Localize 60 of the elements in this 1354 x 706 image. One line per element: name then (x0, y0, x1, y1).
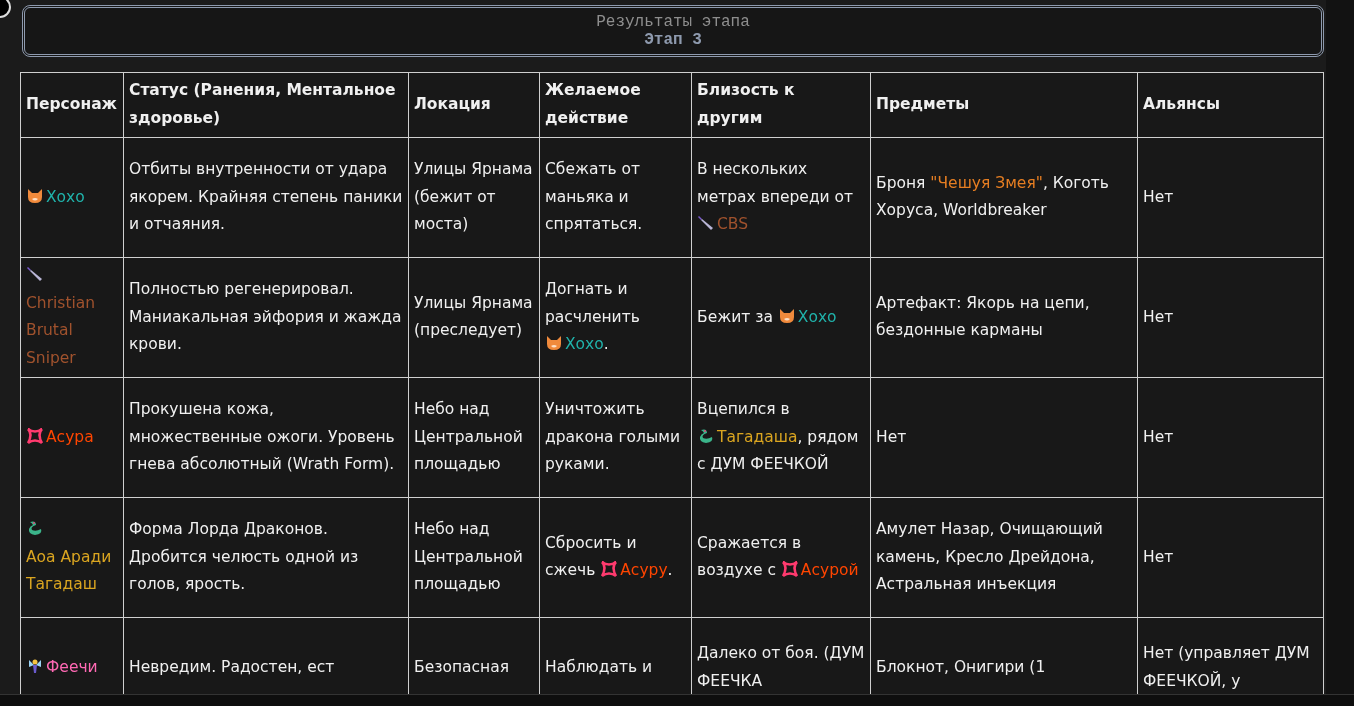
fox-icon (545, 334, 563, 353)
character-name: Тагадаша (717, 427, 798, 446)
cell-text: Нет (1143, 307, 1174, 326)
anger-icon (780, 560, 799, 579)
character-name: Асуру (620, 561, 668, 580)
column-header: Альянсы (1143, 95, 1220, 114)
cell-text: Сбросить и сжечь Асуру. (545, 533, 673, 580)
anger-icon (26, 426, 44, 445)
fox-icon (777, 306, 796, 325)
column-header: Желаемое действие (545, 81, 641, 127)
cell-text: Далеко от боя. (ДУМ ФЕЕЧКА (697, 644, 865, 690)
column-header: Предметы (876, 95, 970, 114)
cell-text: Вцепился в Тагадаша, рядом с ДУМ ФЕЕЧКОЙ (697, 400, 859, 474)
cell-text: Артефакт: Якорь на цепи, бездонные карманы (876, 293, 1090, 340)
column-header: Близость к другим (697, 81, 795, 127)
cell-text: Безопасная (414, 658, 509, 677)
cell-text: В нескольких метрах впереди от CBS (697, 160, 854, 234)
cell-text: Блокнот, Онигири (1 (876, 658, 1046, 677)
character-name: Хохо (565, 335, 604, 354)
cell-text: Сражается в воздухе с Асурой (697, 533, 859, 580)
cell-text: Сбежать от маньяка и спрятаться. (545, 160, 643, 234)
cell-text: Бежит за Хохо (697, 307, 837, 326)
page-title: Результаты этапа (596, 13, 750, 31)
character-name: Хохо (46, 186, 85, 208)
cell-text: Нет (1143, 187, 1174, 206)
cell-text: Форма Лорда Драконов. Дробится челюсть одной из голов, ярость. (129, 520, 359, 594)
stage-label: Этап 3 (644, 31, 702, 49)
character-name: Аоа Аради Тагадаш (26, 546, 113, 596)
item-name: "Чешуя Змея" (930, 173, 1043, 192)
cell-text: Нет (управляет ДУМ ФЕЕЧКОЙ, у (1143, 644, 1310, 690)
cell-text: Догнать и расчленить Хохо. (545, 280, 640, 354)
character-name: CBS (717, 215, 749, 234)
cell-text: Улицы Ярнама (преследует) (414, 293, 533, 340)
anger-icon (600, 560, 619, 579)
character-name: Christian Brutal Sniper (26, 292, 97, 369)
cell-text: Броня "Чешуя Змея", Коготь Хоруса, Worldbreaker (876, 173, 1109, 220)
cell-text: Наблюдать и (545, 658, 653, 677)
column-header: Статус (Ранения, Ментальное здоровье) (129, 81, 396, 127)
fairy-icon (26, 657, 44, 676)
dragon-icon (697, 426, 715, 445)
cell-text: Нет (1143, 427, 1174, 446)
character-name: Феечи (46, 657, 98, 679)
fox-icon (26, 186, 44, 205)
cell-text: Отбиты внутренности от удара якорем. Крайняя степень паники и отчаяния. (129, 160, 403, 234)
cell-text: Нет (876, 427, 907, 446)
cell-text: Невредим. Радостен, ест (129, 658, 335, 677)
column-header: Локация (414, 95, 491, 114)
dragon-icon (26, 519, 44, 538)
column-header: Персонаж (26, 95, 117, 114)
cell-text: Небо над Центральной площадью (414, 400, 523, 474)
cell-text: Уничтожить дракона голыми руками. (545, 400, 680, 474)
character-name: Хохо (797, 307, 837, 326)
cell-text: Прокушена кожа, множественные ожоги. Уровень гнева абсолютный (Wrath Form). (129, 400, 395, 474)
character-name: Асурой (800, 561, 859, 580)
cell-text: Небо над Центральной площадью (414, 520, 523, 594)
cell-text: Амулет Назар, Очищающий камень, Кресло Дрейдона, Астральная инъекция (876, 520, 1103, 594)
cell-text: Полностью регенерировал. Маниакальная эйфория и жажда крови. (129, 280, 402, 354)
cell-text: Нет (1143, 547, 1174, 566)
character-name: Асура (46, 426, 94, 448)
cell-text: Улицы Ярнама (бежит от моста) (414, 160, 533, 234)
